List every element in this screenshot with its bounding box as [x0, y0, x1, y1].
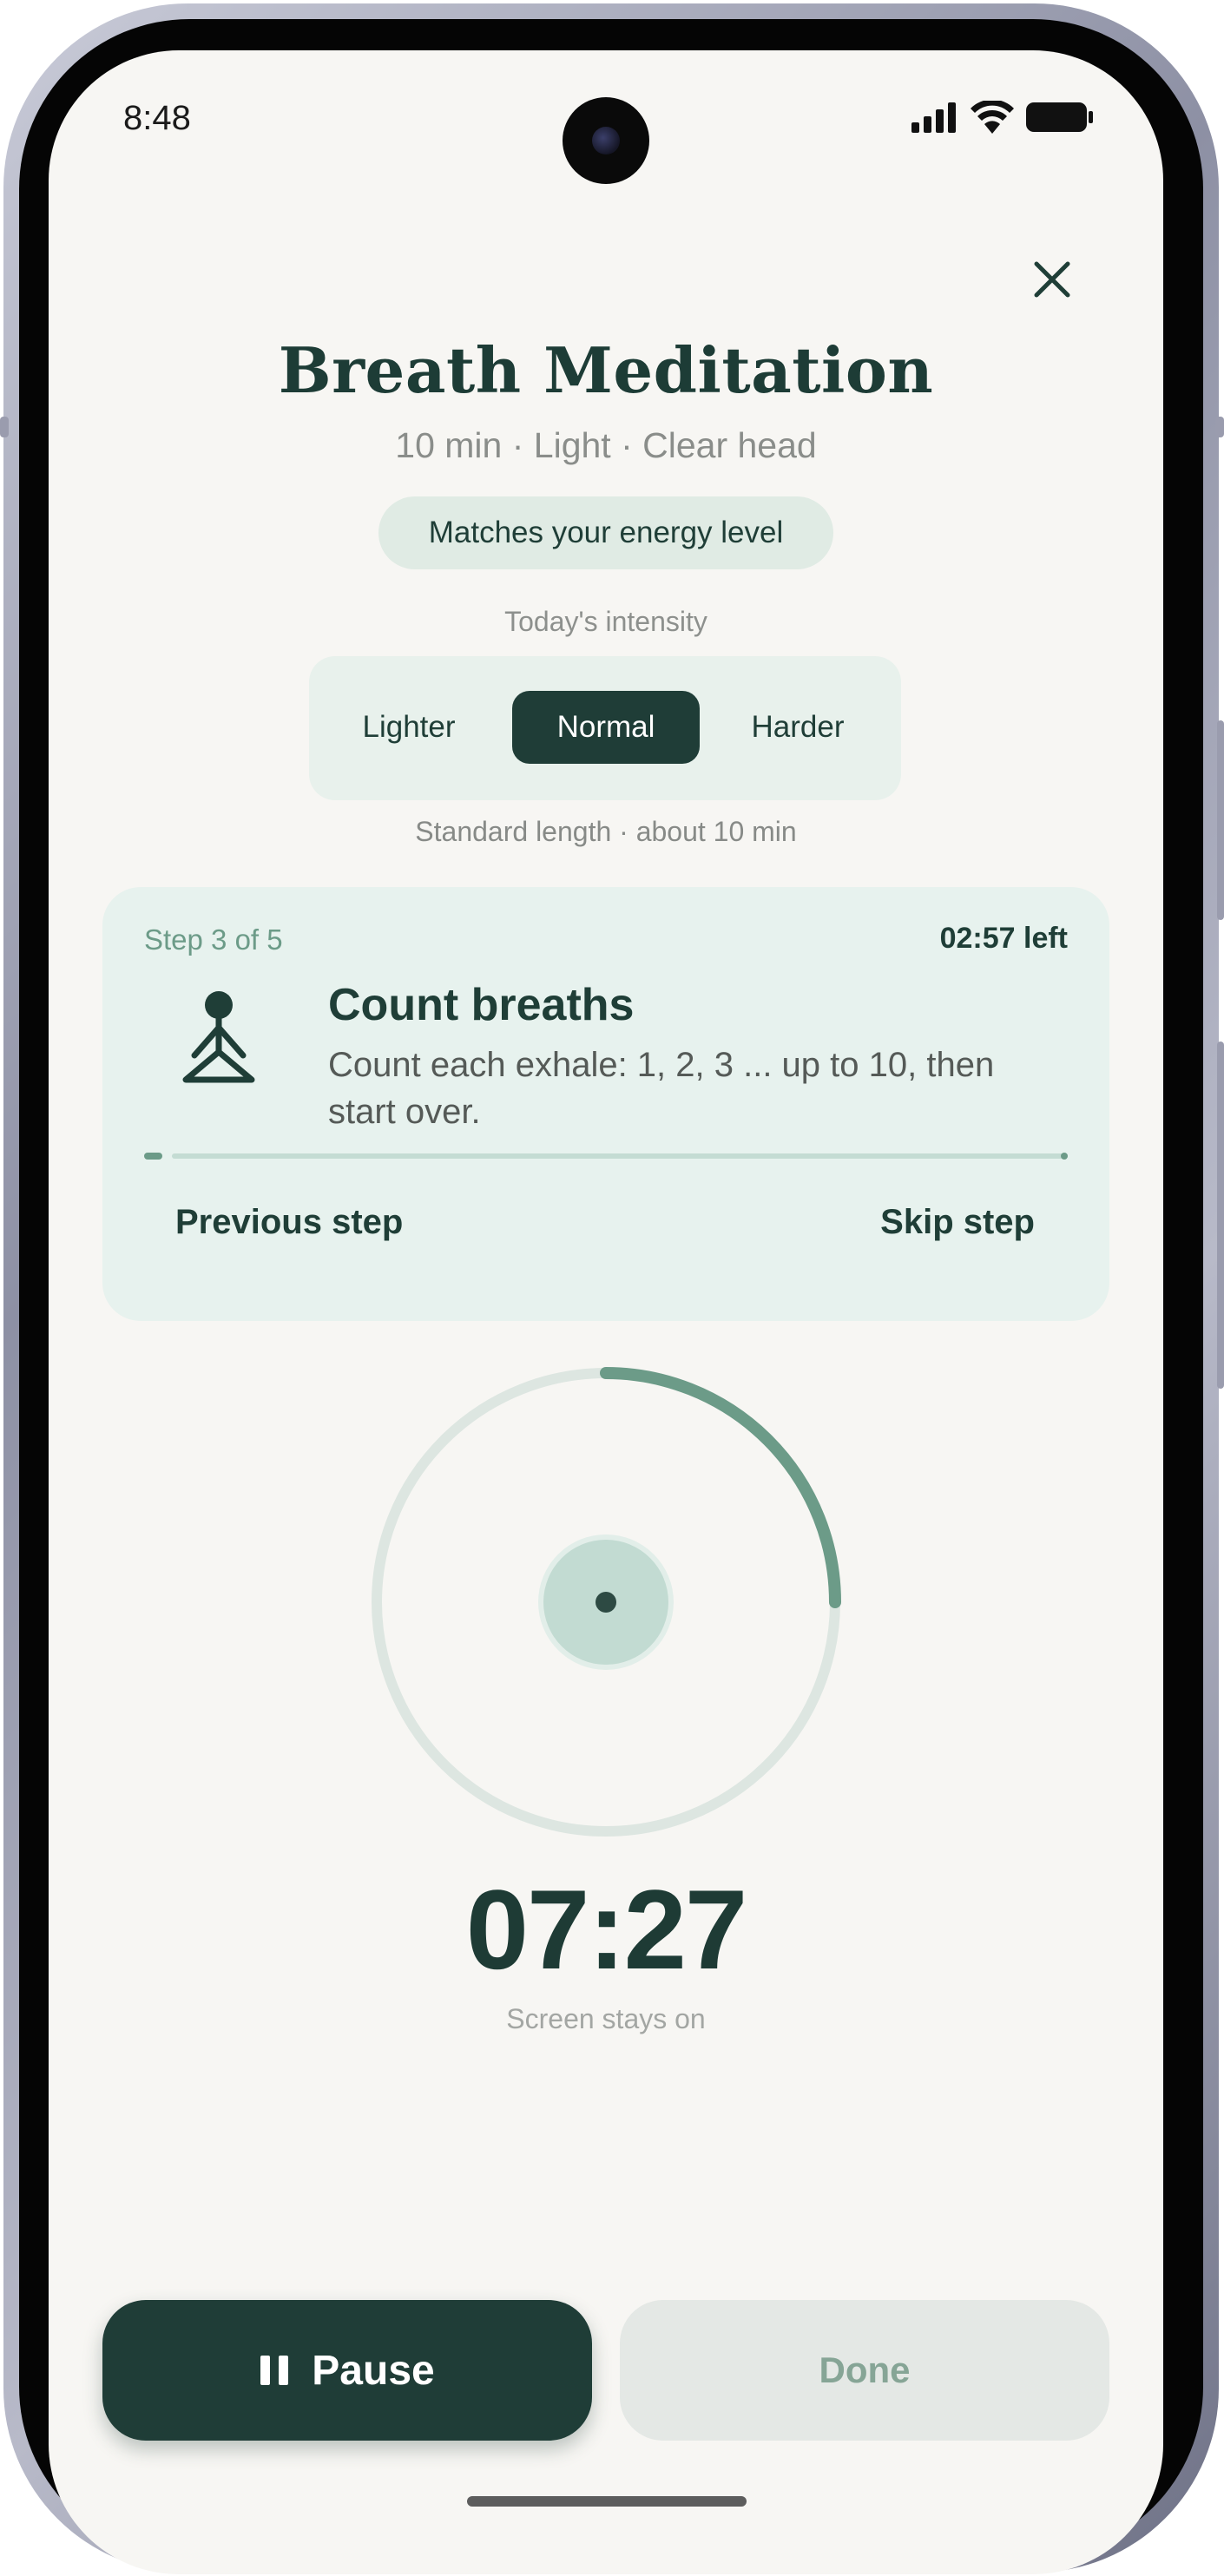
step-title: Count breaths	[328, 980, 635, 1030]
step-progress-end	[1061, 1153, 1068, 1160]
intensity-selector: Lighter Normal Harder	[309, 656, 901, 800]
front-camera	[563, 97, 649, 184]
previous-step-button[interactable]: Previous step	[175, 1203, 403, 1242]
step-time-left: 02:57 left	[939, 922, 1068, 955]
step-counter: Step 3 of 5	[144, 923, 283, 956]
done-button[interactable]: Done	[620, 2300, 1109, 2441]
close-button[interactable]	[1017, 245, 1087, 314]
home-indicator[interactable]	[467, 2496, 747, 2507]
length-note: Standard length · about 10 min	[415, 816, 797, 847]
meditation-icon	[182, 991, 255, 1083]
pause-button[interactable]: Pause	[102, 2300, 592, 2441]
step-card: Step 3 of 5 02:57 left Count breaths Cou…	[102, 887, 1109, 1321]
breath-orb-center	[596, 1592, 616, 1613]
status-time: 8:48	[123, 99, 191, 137]
step-progress-remaining	[172, 1153, 1068, 1159]
status-icons	[911, 101, 1094, 134]
side-button-top	[1217, 720, 1224, 920]
session-timer: 07:27	[465, 1866, 748, 1993]
pause-icon	[260, 2356, 289, 2385]
intensity-option-harder[interactable]: Harder	[708, 691, 887, 764]
step-progress-fill	[144, 1153, 163, 1160]
intensity-label: Today's intensity	[504, 606, 707, 637]
side-button-bottom	[1217, 1042, 1224, 1389]
session-meta: 10 min · Light · Clear head	[395, 425, 817, 465]
frame-notch-left	[0, 417, 9, 437]
pause-button-label: Pause	[312, 2347, 435, 2394]
page-title: Breath Meditation	[278, 333, 934, 407]
screen-on-note: Screen stays on	[506, 2003, 706, 2034]
intensity-option-lighter[interactable]: Lighter	[326, 691, 491, 764]
frame-notch-right	[1215, 417, 1224, 437]
step-description: Count each exhale: 1, 2, 3 ... up to 10,…	[328, 1046, 995, 1131]
skip-step-button[interactable]: Skip step	[880, 1203, 1035, 1242]
wifi-icon	[971, 101, 1014, 134]
app-screen: 8:48 Breath Meditation 10 min · Light · …	[49, 50, 1163, 2574]
breath-progress-ring	[372, 1367, 841, 1837]
close-icon	[1034, 261, 1070, 298]
step-progress-bar	[144, 1153, 1068, 1160]
intensity-option-normal[interactable]: Normal	[512, 691, 700, 764]
signal-icon	[911, 102, 956, 133]
energy-match-badge: Matches your energy level	[378, 496, 833, 569]
battery-icon	[1026, 102, 1093, 132]
